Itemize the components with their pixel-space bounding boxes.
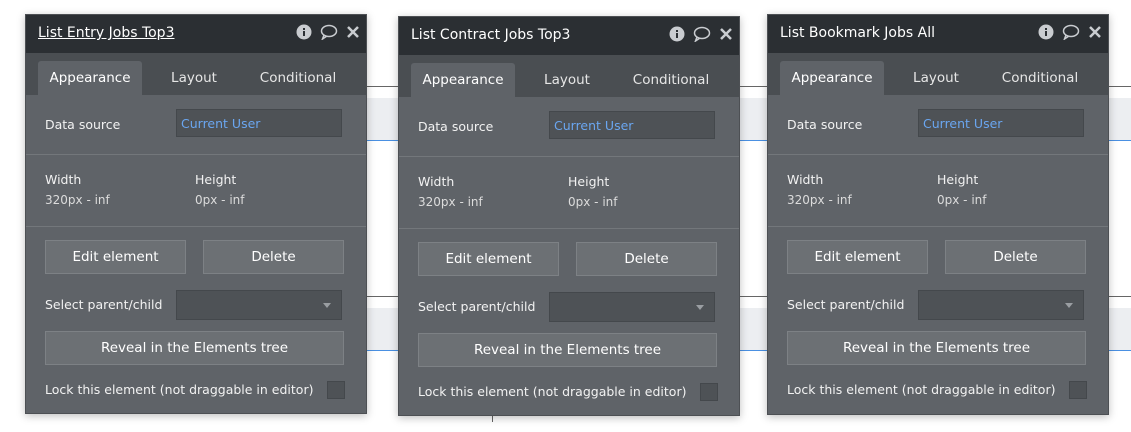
- lock-element-checkbox[interactable]: [700, 383, 718, 401]
- width-value: 320px - inf: [45, 193, 110, 207]
- data-source-label: Data source: [418, 119, 494, 134]
- select-parent-label: Select parent/child: [787, 297, 905, 312]
- divider: [26, 226, 366, 227]
- data-source-label: Data source: [787, 117, 863, 132]
- tab-layout[interactable]: Layout: [525, 63, 609, 97]
- select-parent-dropdown[interactable]: [549, 292, 715, 322]
- close-icon[interactable]: [719, 27, 733, 41]
- property-panel-contract-jobs: List Contract Jobs Top3 Appearance Layou…: [398, 16, 740, 416]
- select-parent-dropdown[interactable]: [918, 290, 1084, 320]
- delete-button[interactable]: Delete: [945, 240, 1086, 274]
- panel-title[interactable]: List Entry Jobs Top3: [38, 25, 174, 41]
- delete-button[interactable]: Delete: [203, 240, 344, 274]
- edit-element-button[interactable]: Edit element: [418, 242, 559, 276]
- chevron-down-icon: [696, 305, 704, 310]
- property-panel-bookmark-jobs: List Bookmark Jobs All Appearance Layout…: [767, 14, 1109, 415]
- panel-header[interactable]: List Entry Jobs Top3: [26, 15, 366, 53]
- lock-element-label: Lock this element (not draggable in edit…: [45, 382, 314, 397]
- panel-tabs: Appearance Layout Conditional: [768, 53, 1108, 95]
- edit-element-button[interactable]: Edit element: [45, 240, 186, 274]
- divider: [399, 156, 739, 157]
- delete-button[interactable]: Delete: [576, 242, 717, 276]
- panel-title[interactable]: List Contract Jobs Top3: [411, 27, 570, 43]
- panel-tabs: Appearance Layout Conditional: [399, 55, 739, 97]
- height-value: 0px - inf: [195, 193, 245, 207]
- data-source-label: Data source: [45, 117, 121, 132]
- tab-appearance[interactable]: Appearance: [411, 63, 515, 97]
- panel-title[interactable]: List Bookmark Jobs All: [780, 25, 935, 41]
- divider: [768, 154, 1108, 155]
- select-parent-dropdown[interactable]: [176, 290, 342, 320]
- height-label: Height: [568, 174, 610, 189]
- data-source-field[interactable]: Current User: [176, 109, 342, 137]
- data-source-field[interactable]: Current User: [549, 111, 715, 139]
- lock-element-label: Lock this element (not draggable in edit…: [418, 384, 687, 399]
- height-label: Height: [195, 172, 237, 187]
- tab-conditional[interactable]: Conditional: [248, 61, 348, 95]
- divider: [26, 154, 366, 155]
- divider: [768, 226, 1108, 227]
- width-value: 320px - inf: [418, 195, 483, 209]
- height-value: 0px - inf: [937, 193, 987, 207]
- panel-tabs: Appearance Layout Conditional: [26, 53, 366, 95]
- height-value: 0px - inf: [568, 195, 618, 209]
- info-icon[interactable]: [1038, 24, 1054, 40]
- edit-element-button[interactable]: Edit element: [787, 240, 928, 274]
- comment-icon[interactable]: [1062, 24, 1080, 40]
- height-label: Height: [937, 172, 979, 187]
- panel-header[interactable]: List Bookmark Jobs All: [768, 15, 1108, 53]
- chevron-down-icon: [1065, 303, 1073, 308]
- data-source-field[interactable]: Current User: [918, 109, 1084, 137]
- info-icon[interactable]: [296, 24, 312, 40]
- info-icon[interactable]: [669, 26, 685, 42]
- close-icon[interactable]: [346, 25, 360, 39]
- tab-appearance[interactable]: Appearance: [780, 61, 884, 95]
- chevron-down-icon: [323, 303, 331, 308]
- select-parent-label: Select parent/child: [45, 297, 163, 312]
- tab-conditional[interactable]: Conditional: [621, 63, 721, 97]
- reveal-in-tree-button[interactable]: Reveal in the Elements tree: [45, 331, 344, 365]
- comment-icon[interactable]: [693, 26, 711, 42]
- width-label: Width: [45, 172, 82, 187]
- width-value: 320px - inf: [787, 193, 852, 207]
- lock-element-checkbox[interactable]: [327, 381, 345, 399]
- lock-element-label: Lock this element (not draggable in edit…: [787, 382, 1056, 397]
- tab-conditional[interactable]: Conditional: [990, 61, 1090, 95]
- close-icon[interactable]: [1088, 25, 1102, 39]
- reveal-in-tree-button[interactable]: Reveal in the Elements tree: [787, 331, 1086, 365]
- property-panel-entry-jobs: List Entry Jobs Top3 Appearance Layout C…: [25, 14, 367, 414]
- select-parent-label: Select parent/child: [418, 299, 536, 314]
- comment-icon[interactable]: [320, 24, 338, 40]
- width-label: Width: [418, 174, 455, 189]
- width-label: Width: [787, 172, 824, 187]
- tab-layout[interactable]: Layout: [894, 61, 978, 95]
- tab-layout[interactable]: Layout: [152, 61, 236, 95]
- tab-appearance[interactable]: Appearance: [38, 61, 142, 95]
- divider: [399, 228, 739, 229]
- lock-element-checkbox[interactable]: [1069, 381, 1087, 399]
- panel-header[interactable]: List Contract Jobs Top3: [399, 17, 739, 55]
- reveal-in-tree-button[interactable]: Reveal in the Elements tree: [418, 333, 717, 367]
